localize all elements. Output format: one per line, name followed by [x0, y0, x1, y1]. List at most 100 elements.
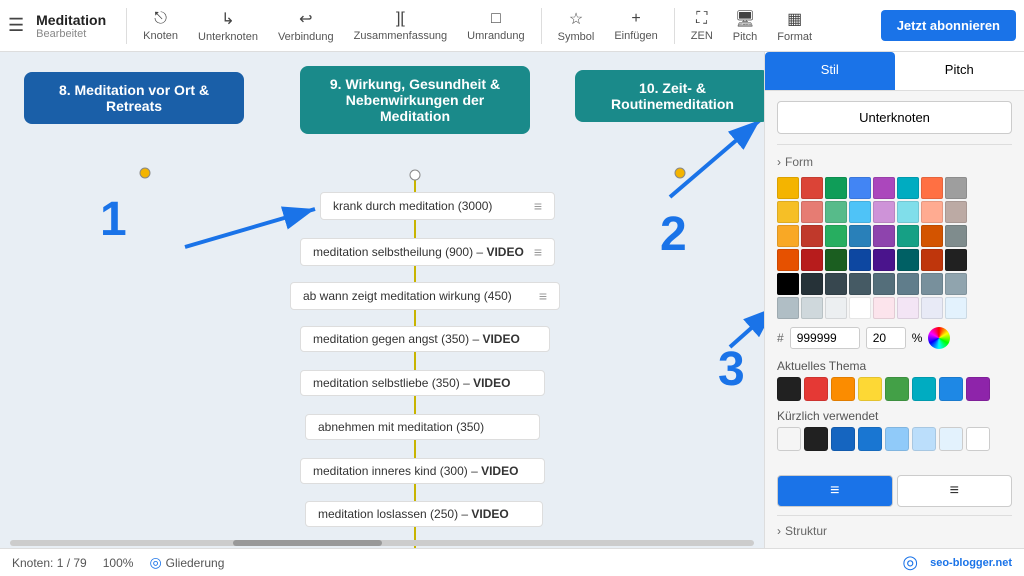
subitem-1[interactable]: krank durch meditation (3000) ≡ [320, 192, 555, 220]
color-cell[interactable] [897, 249, 919, 271]
color-cell[interactable] [945, 201, 967, 223]
color-cell[interactable] [825, 297, 847, 319]
color-cell[interactable] [945, 273, 967, 295]
toolbar-format[interactable]: ▦ Format [769, 9, 820, 43]
color-cell[interactable] [777, 177, 799, 199]
subitem-3[interactable]: ab wann zeigt meditation wirkung (450) ≡ [290, 282, 560, 310]
color-cell[interactable] [825, 249, 847, 271]
color-cell[interactable] [849, 249, 871, 271]
einfuegen-icon: + [631, 10, 640, 28]
color-cell[interactable] [801, 225, 823, 247]
color-cell[interactable] [801, 249, 823, 271]
color-cell[interactable] [921, 201, 943, 223]
color-cell[interactable] [825, 225, 847, 247]
subitem-3-menu-icon[interactable]: ≡ [539, 288, 547, 304]
toolbar-symbol[interactable]: ☆ Symbol [550, 9, 603, 43]
menu-icon[interactable]: ☰ [8, 15, 24, 36]
subitem-5[interactable]: meditation selbstliebe (350) – VIDEO [300, 370, 545, 396]
color-cell[interactable] [849, 201, 871, 223]
color-cell[interactable] [945, 177, 967, 199]
color-cell[interactable] [849, 225, 871, 247]
recent-color-cell[interactable] [831, 427, 855, 451]
color-cell[interactable] [777, 225, 799, 247]
color-cell[interactable] [921, 177, 943, 199]
node-8[interactable]: 8. Meditation vor Ort & Retreats [24, 72, 244, 124]
theme-color-cell[interactable] [777, 377, 801, 401]
toolbar-zusammenfassung[interactable]: ][ Zusammenfassung [346, 10, 456, 42]
color-cell[interactable] [897, 273, 919, 295]
color-cell[interactable] [777, 201, 799, 223]
color-cell[interactable] [777, 273, 799, 295]
recent-color-cell[interactable] [939, 427, 963, 451]
subitem-8[interactable]: meditation loslassen (250) – VIDEO [305, 501, 543, 527]
recent-color-cell[interactable] [966, 427, 990, 451]
color-cell[interactable] [801, 177, 823, 199]
color-cell[interactable] [825, 201, 847, 223]
recent-color-cell[interactable] [885, 427, 909, 451]
recent-color-cell[interactable] [858, 427, 882, 451]
toolbar-zen[interactable]: ⛶ ZEN [683, 10, 721, 42]
node-9[interactable]: 9. Wirkung, Gesundheit & Nebenwirkungen … [300, 66, 530, 134]
color-wheel[interactable] [928, 327, 950, 349]
color-cell[interactable] [945, 225, 967, 247]
subitem-1-menu-icon[interactable]: ≡ [534, 198, 542, 214]
color-cell[interactable] [777, 297, 799, 319]
color-cell[interactable] [873, 273, 895, 295]
color-cell[interactable] [897, 201, 919, 223]
subitem-2-menu-icon[interactable]: ≡ [534, 244, 542, 260]
color-cell[interactable] [825, 177, 847, 199]
color-cell[interactable] [897, 297, 919, 319]
color-cell[interactable] [801, 201, 823, 223]
subscribe-button[interactable]: Jetzt abonnieren [881, 10, 1016, 41]
toolbar-umrandung[interactable]: □ Umrandung [459, 10, 532, 42]
node-10[interactable]: 10. Zeit- & Routinemeditation [575, 70, 764, 122]
color-cell[interactable] [873, 249, 895, 271]
color-cell[interactable] [873, 297, 895, 319]
color-cell[interactable] [801, 273, 823, 295]
color-cell[interactable] [921, 249, 943, 271]
color-cell[interactable] [897, 177, 919, 199]
unterknoten-button[interactable]: Unterknoten [777, 101, 1012, 134]
subitem-7[interactable]: meditation inneres kind (300) – VIDEO [300, 458, 545, 484]
color-hex-input[interactable] [790, 327, 860, 349]
recent-color-cell[interactable] [804, 427, 828, 451]
color-opacity-input[interactable] [866, 327, 906, 349]
color-cell[interactable] [777, 249, 799, 271]
color-cell[interactable] [921, 273, 943, 295]
color-cell[interactable] [849, 177, 871, 199]
color-cell[interactable] [873, 201, 895, 223]
recent-color-cell[interactable] [912, 427, 936, 451]
toolbar-umrandung-label: Umrandung [467, 30, 524, 42]
subitem-4[interactable]: meditation gegen angst (350) – VIDEO [300, 326, 550, 352]
color-cell[interactable] [945, 297, 967, 319]
align-left-button[interactable]: ≡ [777, 475, 893, 507]
align-right-button[interactable]: ≡ [897, 475, 1013, 507]
recent-color-cell[interactable] [777, 427, 801, 451]
theme-color-cell[interactable] [804, 377, 828, 401]
toolbar-knoten[interactable]: ⎋ Knoten [135, 10, 186, 42]
color-cell[interactable] [873, 225, 895, 247]
color-cell[interactable] [849, 297, 871, 319]
color-cell[interactable] [873, 177, 895, 199]
toolbar-einfuegen[interactable]: + Einfügen [606, 10, 665, 42]
tab-pitch[interactable]: Pitch [895, 52, 1024, 90]
color-cell[interactable] [921, 297, 943, 319]
color-cell[interactable] [897, 225, 919, 247]
color-cell[interactable] [825, 273, 847, 295]
color-cell[interactable] [921, 225, 943, 247]
toolbar-pitch[interactable]: 🖥 Pitch [725, 9, 765, 43]
toolbar-unterknoten[interactable]: ↳ Unterknoten [190, 9, 266, 43]
subitem-2[interactable]: meditation selbstheilung (900) – VIDEO ≡ [300, 238, 555, 266]
color-cell[interactable] [801, 297, 823, 319]
theme-color-cell[interactable] [912, 377, 936, 401]
tab-stil[interactable]: Stil [765, 52, 895, 90]
theme-color-cell[interactable] [858, 377, 882, 401]
theme-color-cell[interactable] [939, 377, 963, 401]
theme-color-cell[interactable] [885, 377, 909, 401]
subitem-6[interactable]: abnehmen mit meditation (350) [305, 414, 540, 440]
color-cell[interactable] [945, 249, 967, 271]
toolbar-verbindung[interactable]: ↩ Verbindung [270, 9, 342, 43]
theme-color-cell[interactable] [831, 377, 855, 401]
color-cell[interactable] [849, 273, 871, 295]
theme-color-cell[interactable] [966, 377, 990, 401]
